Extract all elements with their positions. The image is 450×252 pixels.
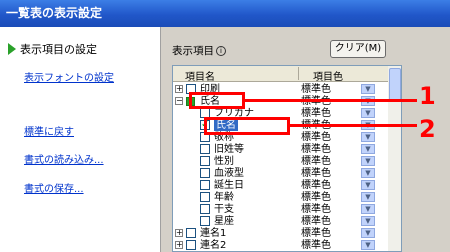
callout-number-2: 2: [419, 115, 436, 143]
expand-icon[interactable]: +: [175, 229, 183, 237]
dropdown-icon[interactable]: ▼: [361, 84, 375, 94]
scrollbar-thumb[interactable]: [389, 68, 401, 102]
vertical-scrollbar[interactable]: [388, 66, 401, 251]
expand-icon[interactable]: +: [175, 241, 183, 249]
row-color: 標準色: [301, 168, 331, 179]
nav-link-font-settings[interactable]: 表示フォントの設定: [24, 69, 114, 84]
row-color: 標準色: [301, 84, 331, 95]
dropdown-icon[interactable]: ▼: [361, 192, 375, 202]
checkbox-icon[interactable]: [186, 228, 196, 238]
left-nav-pane: 表示項目の設定 表示フォントの設定 標準に戻す 書式の読み込み... 書式の保存…: [0, 27, 161, 252]
row-name: 星座: [214, 216, 234, 227]
dropdown-icon[interactable]: ▼: [361, 228, 375, 238]
tree-row[interactable]: 血液型 標準色 ▼: [173, 168, 388, 179]
row-color: 標準色: [301, 156, 331, 167]
dropdown-icon[interactable]: ▼: [361, 156, 375, 166]
play-icon: [8, 43, 16, 55]
dropdown-icon[interactable]: ▼: [361, 204, 375, 214]
checkbox-icon[interactable]: [200, 192, 210, 202]
column-divider[interactable]: [298, 67, 299, 80]
row-color: 標準色: [301, 132, 331, 143]
tree-row[interactable]: 干支 標準色 ▼: [173, 204, 388, 215]
checkbox-icon[interactable]: [200, 180, 210, 190]
dropdown-icon[interactable]: ▼: [361, 180, 375, 190]
nav-item-display-items[interactable]: 表示項目の設定: [8, 41, 97, 57]
row-color: 標準色: [301, 204, 331, 215]
info-icon[interactable]: i: [216, 46, 226, 56]
row-name: 年齢: [214, 192, 234, 203]
tree-row[interactable]: 誕生日 標準色 ▼: [173, 180, 388, 191]
tree-row[interactable]: 性別 標準色 ▼: [173, 156, 388, 167]
row-name: 誕生日: [214, 180, 244, 191]
dropdown-icon[interactable]: ▼: [361, 132, 375, 142]
row-name: 連名1: [200, 228, 227, 239]
row-color: 標準色: [301, 180, 331, 191]
row-name: 連名2: [200, 240, 227, 251]
clear-button[interactable]: クリア(M): [330, 40, 386, 58]
dropdown-icon[interactable]: ▼: [361, 216, 375, 226]
row-color: 標準色: [301, 144, 331, 155]
callout-number-1: 1: [419, 82, 436, 110]
column-header-name[interactable]: 項目名: [185, 68, 215, 83]
row-name: 旧姓等: [214, 144, 244, 155]
checkbox-icon[interactable]: [200, 156, 210, 166]
row-color: 標準色: [301, 228, 331, 239]
row-name: 血液型: [214, 168, 244, 179]
window-title: 一覧表の表示設定: [6, 6, 103, 20]
row-color: 標準色: [301, 192, 331, 203]
callout-box-1: [189, 92, 245, 109]
column-header-color[interactable]: 項目色: [313, 68, 343, 83]
nav-link-load-format[interactable]: 書式の読み込み...: [24, 151, 104, 166]
nav-item-label: 表示項目の設定: [20, 43, 97, 56]
row-name: 性別: [214, 156, 234, 167]
checkbox-icon[interactable]: [200, 144, 210, 154]
collapse-icon[interactable]: −: [175, 97, 183, 105]
row-name: 干支: [214, 204, 234, 215]
checkbox-icon[interactable]: [200, 204, 210, 214]
row-color: 標準色: [301, 240, 331, 251]
row-color: 標準色: [301, 108, 331, 119]
expand-icon[interactable]: +: [175, 85, 183, 93]
title-bar: 一覧表の表示設定: [0, 0, 450, 27]
tree-row[interactable]: + 連名2 標準色 ▼: [173, 240, 388, 251]
right-pane: 表示項目 i クリア(M) 項目名 項目色 + 印刷 標準色 ▼ − 氏名 フリ…: [162, 27, 450, 252]
display-items-label: 表示項目 i: [172, 43, 226, 58]
checkbox-icon[interactable]: [186, 240, 196, 250]
dropdown-icon[interactable]: ▼: [361, 168, 375, 178]
callout-line-2: [290, 124, 417, 127]
dropdown-icon[interactable]: ▼: [361, 108, 375, 118]
table-header: 項目名 項目色: [173, 66, 388, 83]
checkbox-icon[interactable]: [200, 216, 210, 226]
nav-link-save-format[interactable]: 書式の保存...: [24, 180, 84, 195]
tree-row[interactable]: 星座 標準色 ▼: [173, 216, 388, 227]
callout-box-2: [204, 117, 290, 135]
dropdown-icon[interactable]: ▼: [361, 144, 375, 154]
callout-line-1: [245, 99, 417, 102]
tree-row[interactable]: 年齢 標準色 ▼: [173, 192, 388, 203]
checkbox-icon[interactable]: [200, 168, 210, 178]
nav-link-reset-default[interactable]: 標準に戻す: [24, 123, 74, 138]
dialog-body: 表示項目の設定 表示フォントの設定 標準に戻す 書式の読み込み... 書式の保存…: [0, 27, 450, 252]
tree-row[interactable]: + 連名1 標準色 ▼: [173, 228, 388, 239]
tree-row[interactable]: 旧姓等 標準色 ▼: [173, 144, 388, 155]
row-color: 標準色: [301, 216, 331, 227]
dropdown-icon[interactable]: ▼: [361, 240, 375, 250]
